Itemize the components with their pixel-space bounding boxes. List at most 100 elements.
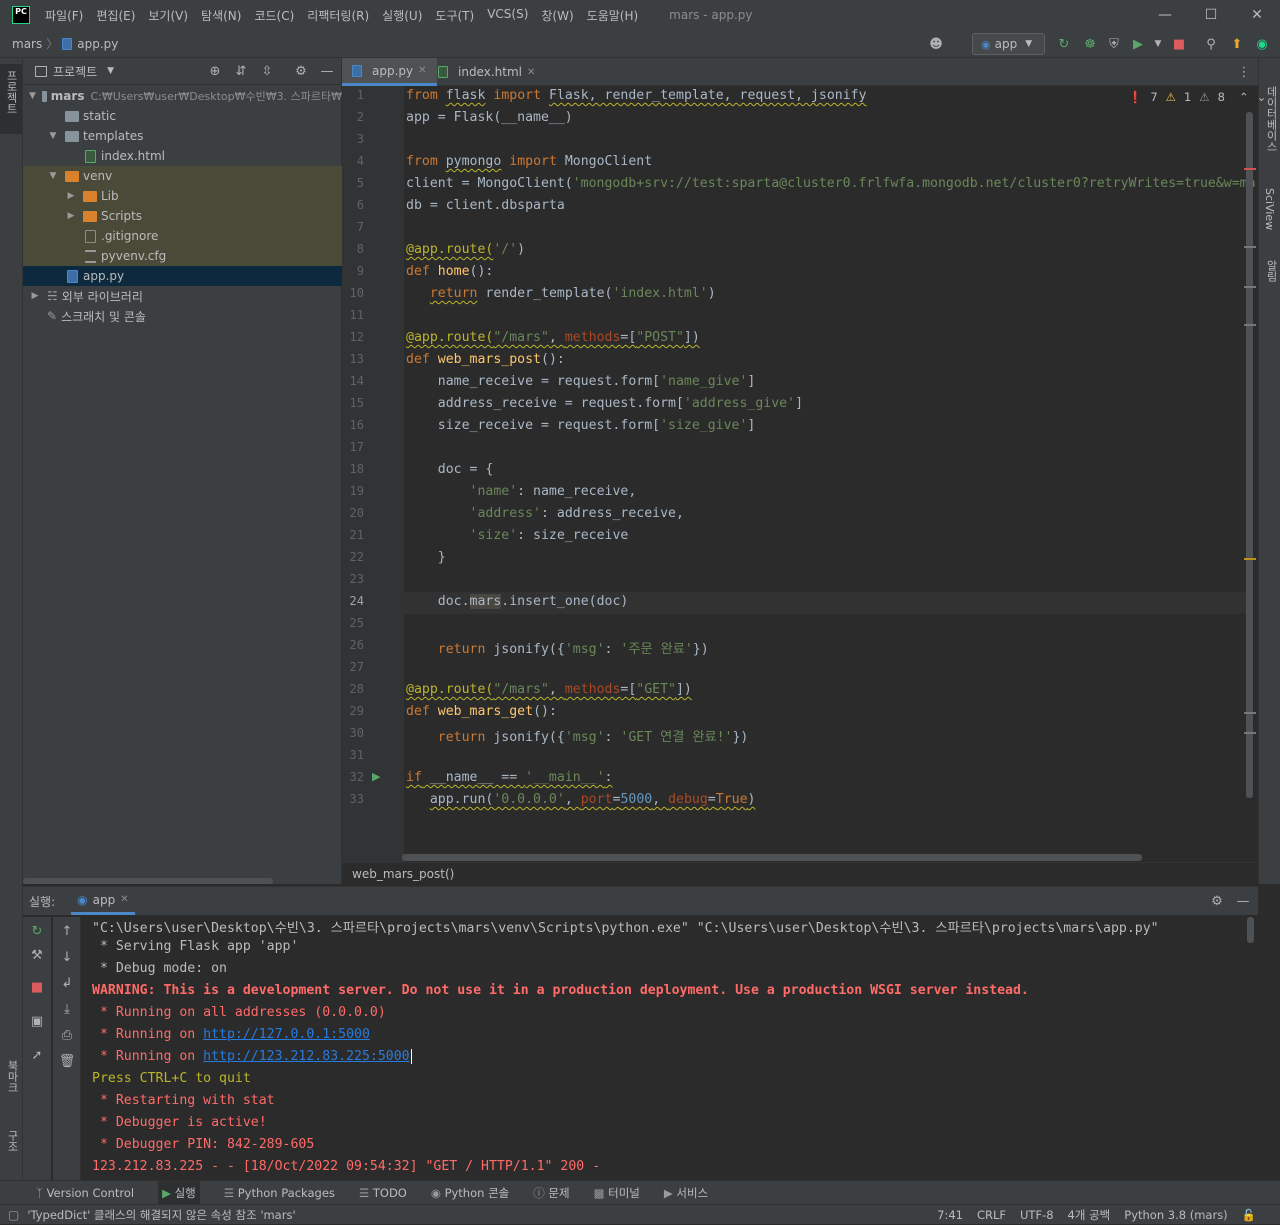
tree-item-app-py[interactable]: app.py — [23, 266, 342, 286]
lock-icon[interactable]: 🔓 — [1242, 1208, 1256, 1222]
menu-run[interactable]: 실행(U) — [382, 7, 422, 24]
previous-highlight-icon[interactable]: ⌃ — [1239, 90, 1249, 104]
python-interpreter[interactable]: Python 3.8 (mars) — [1124, 1208, 1227, 1222]
scroll-up-icon[interactable]: ↑ — [59, 923, 75, 939]
run-gutter-icon[interactable]: ▶ — [372, 770, 380, 783]
next-highlight-icon[interactable]: ⌄ — [1257, 90, 1267, 104]
menu-view[interactable]: 보기(V) — [148, 7, 188, 24]
layout-icon[interactable]: ▣ — [29, 1013, 45, 1029]
print-icon[interactable]: ⎙ — [59, 1027, 75, 1043]
console-link[interactable]: http://123.212.83.225:5000 — [203, 1049, 409, 1064]
stripe-mark[interactable] — [1244, 712, 1256, 714]
more-run-icon[interactable]: ▼ — [1150, 36, 1166, 52]
tab-python-packages[interactable]: ☰ Python Packages — [224, 1186, 335, 1200]
menu-vcs[interactable]: VCS(S) — [487, 7, 528, 24]
tree-item-pyvenv-cfg[interactable]: pyvenv.cfg — [23, 246, 342, 266]
maximize-icon[interactable]: ☐ — [1188, 0, 1234, 30]
tool-windows-icon[interactable]: ▢ — [8, 1208, 19, 1222]
tab-problems[interactable]: ⓘ 문제 — [533, 1185, 569, 1201]
tree-item-external-libraries[interactable]: ▶ ☵ 외부 라이브러리 — [23, 286, 342, 306]
menu-edit[interactable]: 편집(E) — [96, 7, 135, 24]
menu-refactor[interactable]: 리팩터링(R) — [307, 7, 369, 24]
menu-tools[interactable]: 도구(T) — [435, 7, 474, 24]
gear-icon[interactable]: ⚙ — [293, 63, 309, 79]
menu-code[interactable]: 코드(C) — [254, 7, 294, 24]
wrench-icon[interactable]: ⚒ — [29, 947, 45, 963]
trash-icon[interactable]: 🗑 — [59, 1053, 76, 1069]
tree-item-gitignore[interactable]: .gitignore — [23, 226, 342, 246]
hide-icon[interactable]: — — [1235, 893, 1251, 909]
stripe-mark[interactable] — [1244, 324, 1256, 326]
status-message[interactable]: 'TypedDict' 클래스의 해결되지 않은 속성 참조 'mars' — [27, 1207, 295, 1223]
warning-stripe-mark[interactable] — [1244, 558, 1256, 560]
tree-item-venv[interactable]: ▼ venv — [23, 166, 342, 186]
tree-item-templates[interactable]: ▼ templates — [23, 126, 342, 146]
tree-item-mars[interactable]: ▼ mars C:₩Users₩user₩Desktop₩수빈₩3. 스파르타₩ — [23, 86, 342, 106]
rerun-icon[interactable]: ↻ — [29, 923, 45, 939]
stripe-mark[interactable] — [1244, 732, 1256, 734]
tree-item-static[interactable]: static — [23, 106, 342, 126]
stripe-mark[interactable] — [1244, 246, 1256, 248]
soft-wrap-icon[interactable]: ↲ — [59, 975, 75, 991]
project-tool-button[interactable]: 프로젝트 — [0, 64, 22, 134]
horizontal-scrollbar[interactable] — [23, 878, 273, 884]
menu-file[interactable]: 파일(F) — [45, 7, 83, 24]
tree-item-scripts[interactable]: ▶ Scripts — [23, 206, 342, 226]
locate-icon[interactable]: ⊕ — [207, 63, 223, 79]
menu-window[interactable]: 창(W) — [541, 7, 573, 24]
close-tab-icon[interactable]: ✕ — [418, 65, 426, 76]
more-tabs-icon[interactable]: ⋮ — [1236, 64, 1252, 80]
run-configuration-select[interactable]: ◉ app ▼ — [972, 33, 1045, 55]
menu-navigate[interactable]: 탐색(N) — [201, 7, 241, 24]
tab-terminal[interactable]: ▩ 터미널 — [594, 1185, 640, 1201]
coverage-icon[interactable]: ⛨ — [1106, 36, 1122, 52]
rerun-icon[interactable]: ↻ — [1056, 36, 1072, 52]
profile-icon[interactable]: ▶ — [1130, 36, 1146, 52]
tree-item-index-html[interactable]: index.html — [23, 146, 342, 166]
close-tab-icon[interactable]: ✕ — [120, 894, 128, 905]
notifications-tool-button[interactable]: 알림 — [1263, 260, 1280, 285]
code-breadcrumb[interactable]: web_mars_post() — [352, 867, 454, 881]
tree-item-scratches[interactable]: ✎ 스크래치 및 콘솔 — [23, 306, 342, 326]
console-scrollbar[interactable] — [1247, 917, 1254, 943]
editor-vertical-scrollbar[interactable] — [1246, 112, 1253, 798]
error-stripe-mark[interactable] — [1244, 168, 1256, 170]
tab-run[interactable]: ▶ 실행 — [158, 1180, 200, 1205]
tab-python-console[interactable]: ◉ Python 콘솔 — [431, 1185, 509, 1201]
file-encoding[interactable]: UTF-8 — [1020, 1208, 1054, 1222]
gear-icon[interactable]: ⚙ — [1209, 893, 1225, 909]
breadcrumb-file[interactable]: app.py — [77, 37, 118, 51]
collapse-all-icon[interactable]: ⇳ — [259, 63, 275, 79]
update-icon[interactable]: ⬆ — [1229, 36, 1245, 52]
scroll-to-end-icon[interactable]: ⤓ — [59, 1001, 75, 1017]
caret-position[interactable]: 7:41 — [937, 1208, 963, 1222]
stop-icon[interactable]: ■ — [29, 979, 45, 995]
search-icon[interactable]: ⚲ — [1203, 36, 1219, 52]
project-panel-title[interactable]: 프로젝트 — [53, 63, 97, 80]
tree-item-lib[interactable]: ▶ Lib — [23, 186, 342, 206]
tab-run-app[interactable]: ◉ app ✕ — [71, 887, 135, 915]
pin-icon[interactable]: ➚ — [29, 1047, 45, 1063]
breadcrumb-project[interactable]: mars — [12, 37, 42, 51]
tab-version-control[interactable]: ᛉ Version Control — [36, 1186, 134, 1200]
close-tab-icon[interactable]: ✕ — [527, 67, 535, 78]
hide-icon[interactable]: — — [319, 63, 335, 79]
tab-app-py[interactable]: app.py ✕ — [342, 58, 437, 86]
editor-horizontal-scrollbar[interactable] — [402, 854, 1142, 861]
stripe-mark[interactable] — [1244, 286, 1256, 288]
menu-help[interactable]: 도움말(H) — [587, 7, 639, 24]
user-icon[interactable]: ☻ — [928, 36, 944, 52]
tab-index-html[interactable]: index.html ✕ — [428, 58, 545, 86]
chevron-down-icon[interactable]: ▼ — [107, 66, 114, 76]
tab-todo[interactable]: ☰ TODO — [359, 1186, 407, 1200]
sciview-tool-button[interactable]: SciView — [1263, 188, 1276, 233]
console-link[interactable]: http://127.0.0.1:5000 — [203, 1027, 370, 1042]
jetbrains-icon[interactable]: ◉ — [1254, 36, 1270, 52]
minimize-icon[interactable]: — — [1142, 0, 1188, 30]
scroll-down-icon[interactable]: ↓ — [59, 949, 75, 965]
debug-icon[interactable]: ☸ — [1082, 36, 1098, 52]
indent-setting[interactable]: 4개 공백 — [1068, 1207, 1111, 1223]
inspection-widget[interactable]: ❗ 7 ⚠ 1 ⚠ 8 ⌃ ⌄ — [1128, 90, 1266, 104]
tab-services[interactable]: ▶ 서비스 — [664, 1185, 708, 1201]
close-icon[interactable]: ✕ — [1234, 0, 1280, 30]
